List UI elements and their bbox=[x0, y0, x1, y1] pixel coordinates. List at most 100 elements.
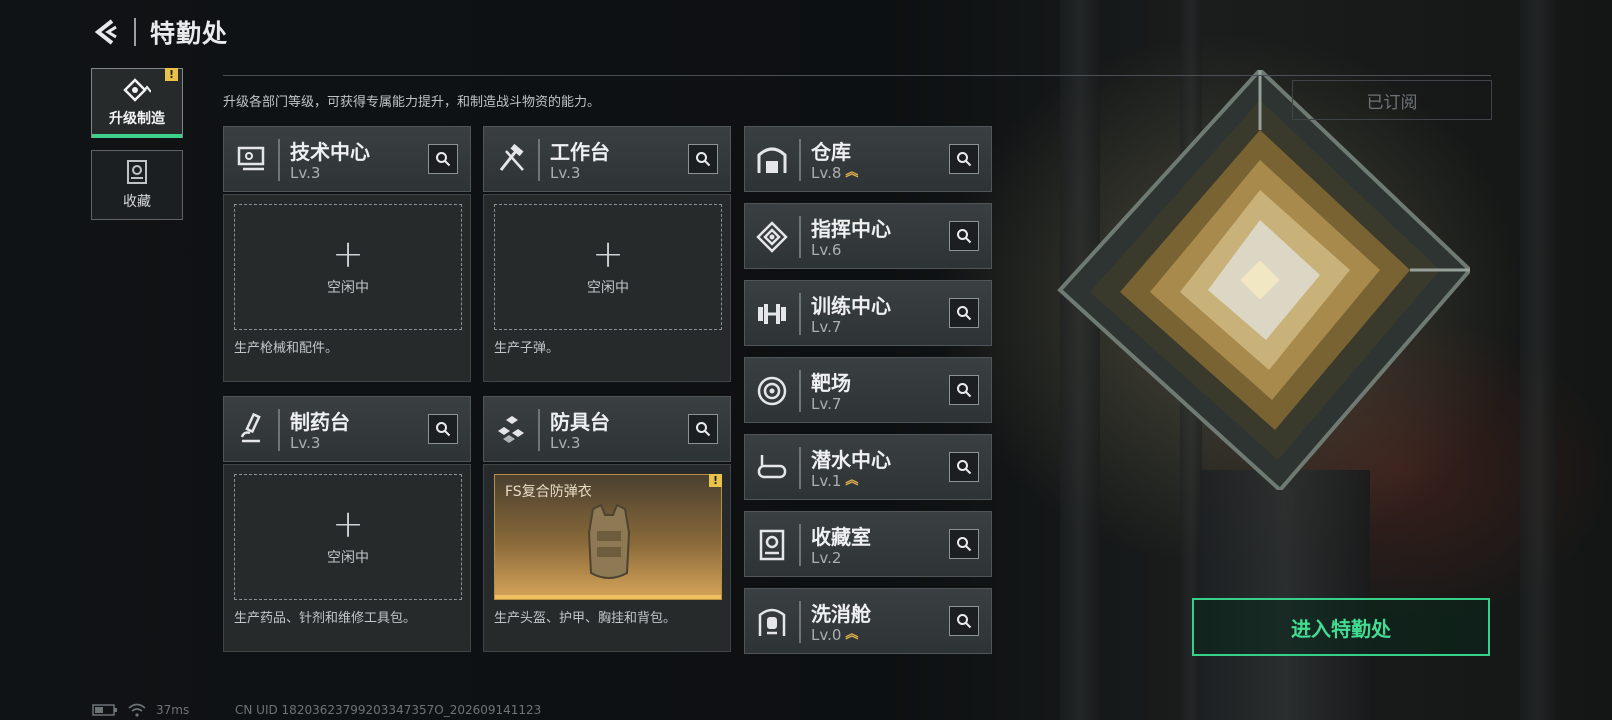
facility-name: 洗消舱 bbox=[811, 602, 871, 626]
header-separator bbox=[278, 139, 280, 181]
status-bar: 37ms CN UID 18203623799203347357O_202609… bbox=[92, 703, 541, 717]
facility-decontamination[interactable]: 洗消舱 Lv.0 ︽ bbox=[744, 588, 992, 654]
production-slot[interactable]: + 空闲中 bbox=[494, 204, 722, 330]
facility-name: 制药台 bbox=[290, 410, 350, 434]
tech-center-icon bbox=[237, 146, 265, 171]
upgrade-arrow-icon: ︽ bbox=[845, 473, 859, 488]
search-icon bbox=[696, 422, 711, 437]
slot-status: 空闲中 bbox=[327, 280, 369, 296]
workbench-icon bbox=[499, 143, 524, 171]
search-button[interactable] bbox=[949, 221, 979, 251]
pharmacy-icon bbox=[240, 413, 261, 443]
search-button[interactable] bbox=[949, 529, 979, 559]
search-icon bbox=[957, 460, 972, 475]
subscribed-button[interactable]: 已订阅 bbox=[1292, 80, 1492, 120]
facility-body: + 空闲中 生产子弹。 bbox=[483, 194, 731, 382]
level-text: Lv.8 bbox=[811, 164, 842, 182]
header-separator bbox=[278, 409, 280, 451]
search-button[interactable] bbox=[949, 298, 979, 328]
warehouse-icon bbox=[757, 147, 787, 173]
facility-name: 技术中心 bbox=[290, 140, 370, 164]
level-text: Lv.3 bbox=[290, 164, 321, 182]
search-icon bbox=[957, 537, 972, 552]
search-icon bbox=[957, 152, 972, 167]
top-divider bbox=[223, 75, 1491, 76]
header-separator bbox=[538, 139, 540, 181]
battery-icon bbox=[92, 704, 117, 716]
facility-body: + 空闲中 生产枪械和配件。 bbox=[223, 194, 471, 382]
facility-level: Lv.1 ︽ bbox=[811, 472, 858, 490]
plus-icon: + bbox=[592, 232, 624, 276]
uid-text: CN UID 18203623799203347357O_20260914112… bbox=[235, 703, 542, 717]
facility-header[interactable]: 制药台 Lv.3 bbox=[223, 396, 471, 462]
facility-level: Lv.7 bbox=[811, 318, 841, 336]
facility-diving-center[interactable]: 潜水中心 Lv.1 ︽ bbox=[744, 434, 992, 500]
facility-collection-room[interactable]: 收藏室 Lv.2 bbox=[744, 511, 992, 577]
facility-body: FS复合防弹衣 ! 生产头盔、护甲、胸挂和背包。 bbox=[483, 464, 731, 652]
enter-special-service-button[interactable]: 进入特勤处 bbox=[1192, 598, 1490, 656]
facility-training-center[interactable]: 训练中心 Lv.7 bbox=[744, 280, 992, 346]
warning-badge: ! bbox=[709, 474, 722, 487]
armor-bench-icon bbox=[498, 416, 524, 443]
upgrade-arrow-icon: ︽ bbox=[845, 627, 859, 642]
facility-card-tech-center: 技术中心 Lv.3 + 空闲中 生产枪械和配件。 bbox=[223, 126, 471, 382]
training-center-icon bbox=[758, 304, 786, 324]
back-button[interactable]: 特勤处 bbox=[92, 14, 228, 50]
production-slot[interactable]: + 空闲中 bbox=[234, 204, 462, 330]
tab-collection-label: 收藏 bbox=[123, 194, 151, 210]
header-divider bbox=[134, 18, 136, 46]
search-button[interactable] bbox=[949, 144, 979, 174]
facility-shooting-range[interactable]: 靶场 Lv.7 bbox=[744, 357, 992, 423]
tab-collection[interactable]: 收藏 bbox=[91, 150, 183, 220]
search-button[interactable] bbox=[688, 144, 718, 174]
body-armor-icon bbox=[587, 503, 631, 579]
search-icon bbox=[436, 152, 451, 167]
shooting-range-icon bbox=[757, 376, 787, 406]
command-center-icon bbox=[756, 221, 788, 253]
level-text: Lv.3 bbox=[550, 434, 581, 452]
tab-upgrade[interactable]: ! 升级制造 bbox=[91, 68, 183, 138]
search-button[interactable] bbox=[428, 144, 458, 174]
header-separator bbox=[799, 139, 801, 181]
search-button[interactable] bbox=[428, 414, 458, 444]
warning-badge: ! bbox=[165, 68, 178, 81]
facility-description: 生产药品、针剂和维修工具包。 bbox=[234, 611, 417, 626]
facility-description: 生产子弹。 bbox=[494, 341, 560, 356]
facility-level: Lv.3 bbox=[290, 434, 320, 452]
wifi-icon bbox=[128, 703, 146, 717]
level-text: Lv.0 bbox=[811, 626, 842, 644]
tab-upgrade-label: 升级制造 bbox=[109, 111, 165, 127]
facility-command-center[interactable]: 指挥中心 Lv.6 bbox=[744, 203, 992, 269]
header-separator bbox=[538, 409, 540, 451]
facility-body: + 空闲中 生产药品、针剂和维修工具包。 bbox=[223, 464, 471, 652]
facility-header[interactable]: 技术中心 Lv.3 bbox=[223, 126, 471, 192]
facility-description: 生产头盔、护甲、胸挂和背包。 bbox=[494, 611, 677, 626]
search-icon bbox=[957, 383, 972, 398]
search-button[interactable] bbox=[949, 606, 979, 636]
back-arrow-icon bbox=[94, 19, 117, 45]
facility-header[interactable]: 工作台 Lv.3 bbox=[483, 126, 731, 192]
facility-header[interactable]: 防具台 Lv.3 bbox=[483, 396, 731, 462]
slot-status: 空闲中 bbox=[587, 280, 629, 296]
header-separator bbox=[799, 524, 801, 566]
facility-name: 仓库 bbox=[811, 140, 851, 164]
level-text: Lv.7 bbox=[811, 318, 842, 336]
page-description: 升级各部门等级，可获得专属能力提升，和制造战斗物资的能力。 bbox=[223, 95, 601, 110]
level-text: Lv.2 bbox=[811, 549, 842, 567]
facility-level: Lv.3 bbox=[550, 434, 580, 452]
level-text: Lv.6 bbox=[811, 241, 842, 259]
item-name: FS复合防弹衣 bbox=[505, 484, 592, 500]
facility-warehouse[interactable]: 仓库 Lv.8 ︽ bbox=[744, 126, 992, 192]
search-button[interactable] bbox=[949, 375, 979, 405]
search-button[interactable] bbox=[688, 414, 718, 444]
production-item-slot[interactable]: FS复合防弹衣 ! bbox=[494, 474, 722, 600]
collection-icon bbox=[127, 160, 147, 184]
header-separator bbox=[799, 216, 801, 258]
slot-status: 空闲中 bbox=[327, 550, 369, 566]
production-slot[interactable]: + 空闲中 bbox=[234, 474, 462, 600]
search-button[interactable] bbox=[949, 452, 979, 482]
facility-name: 防具台 bbox=[550, 410, 610, 434]
search-icon bbox=[957, 229, 972, 244]
decontamination-icon bbox=[758, 608, 786, 636]
facility-level: Lv.3 bbox=[290, 164, 320, 182]
